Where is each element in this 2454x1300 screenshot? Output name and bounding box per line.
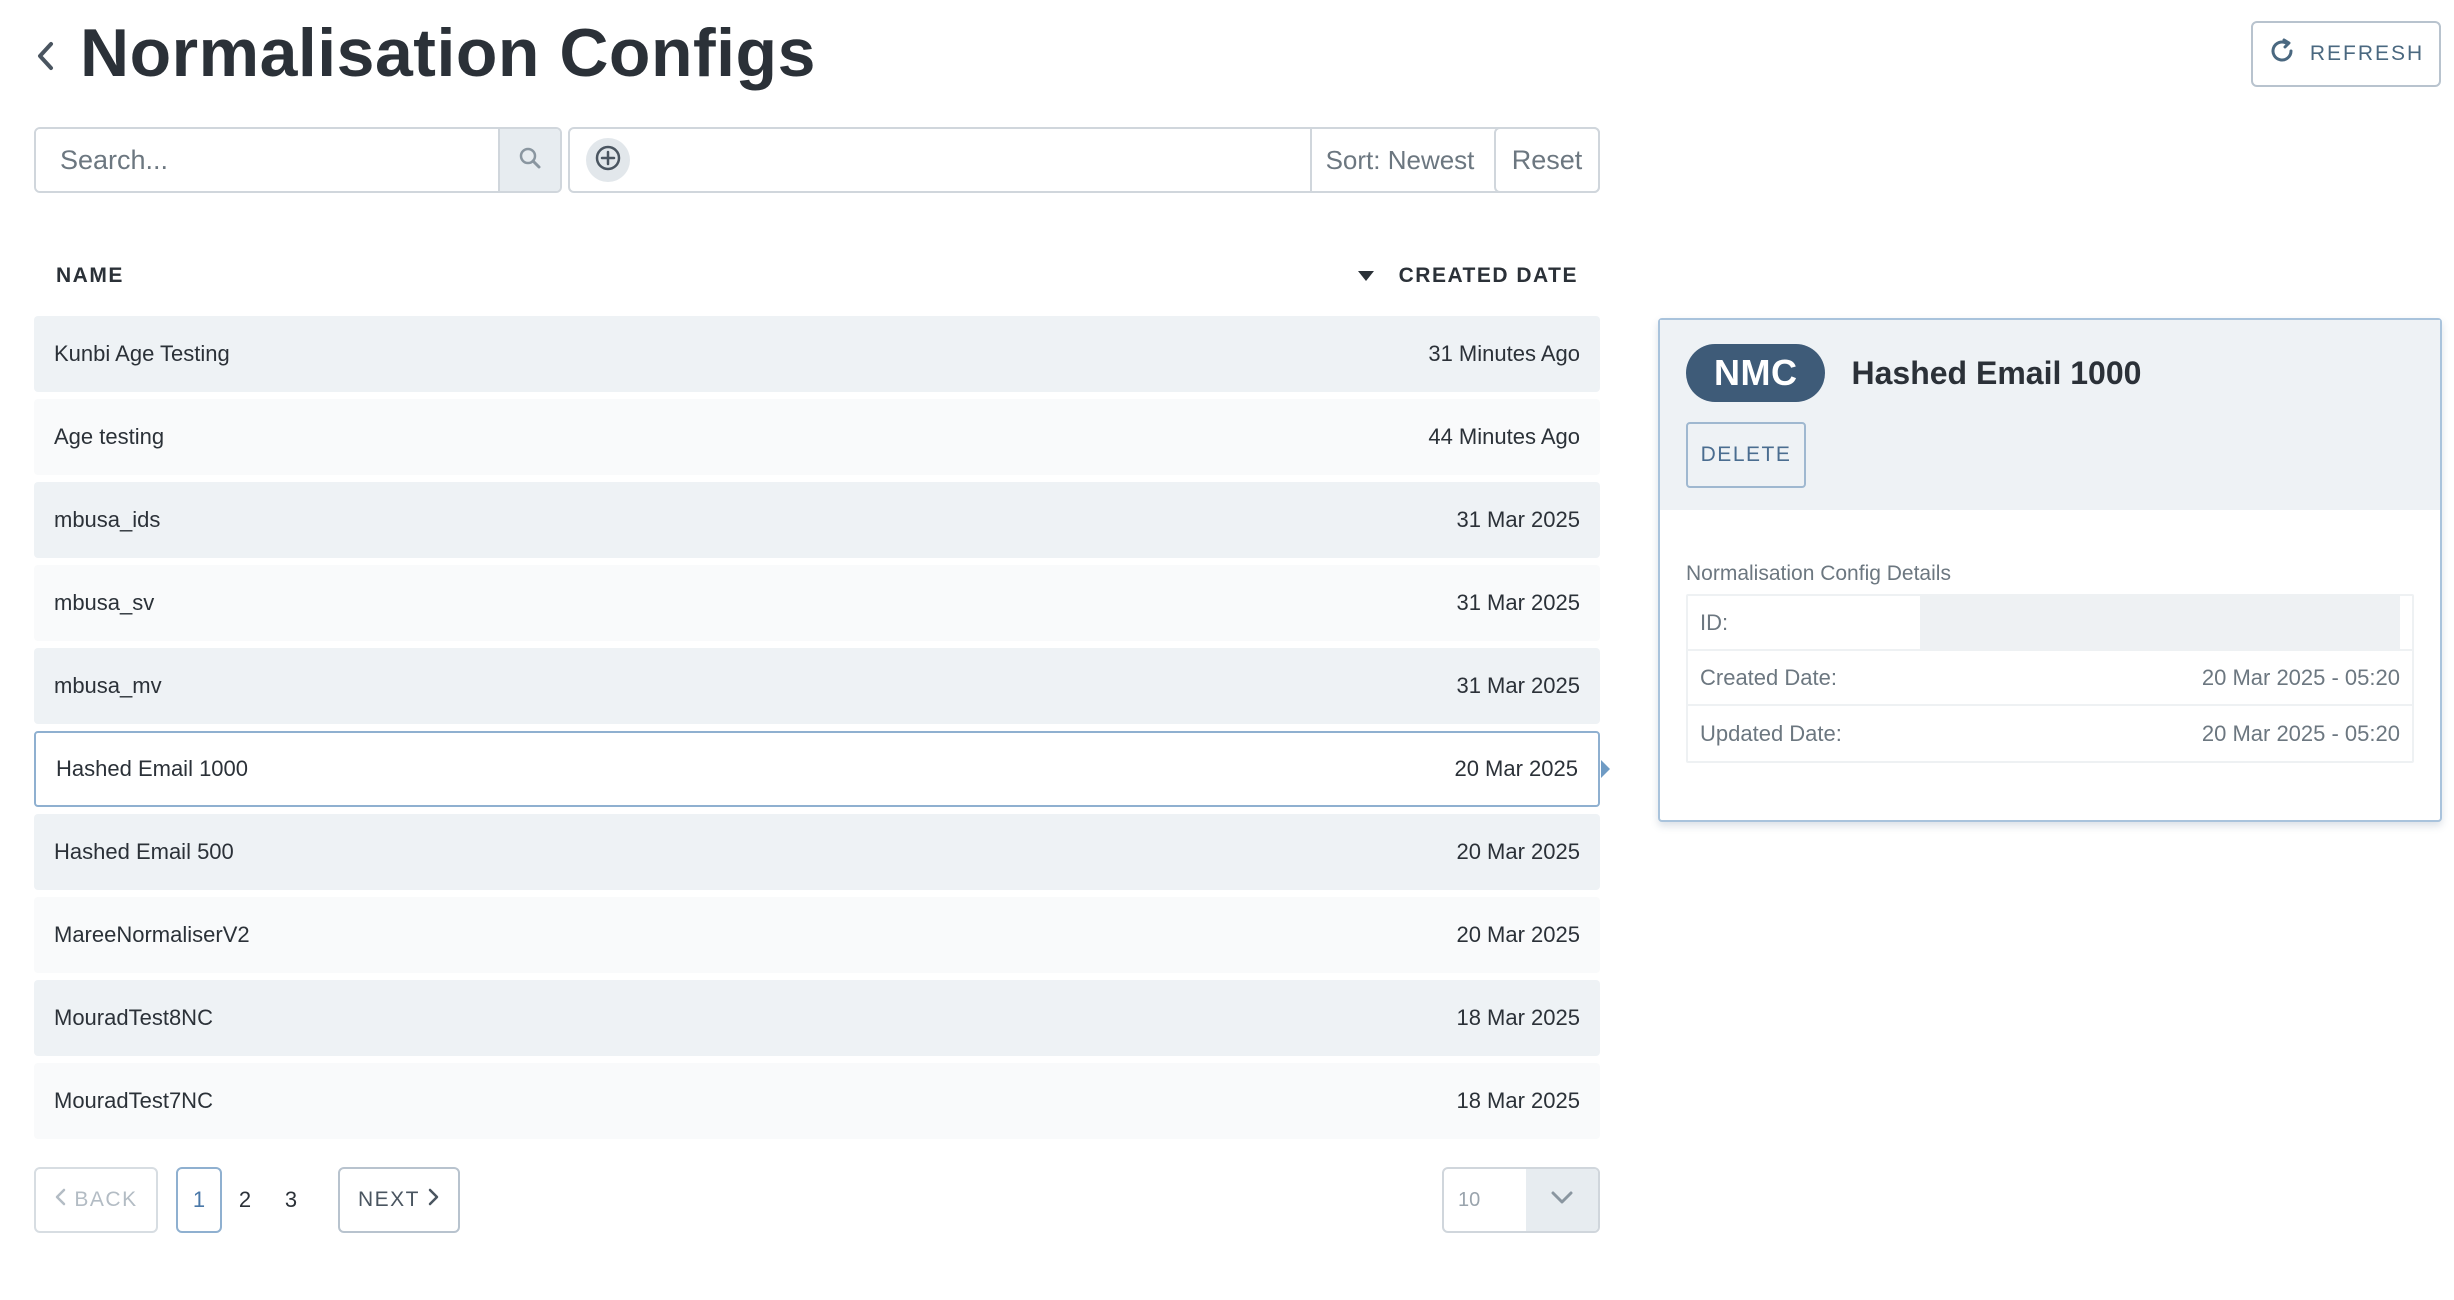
add-filter-button[interactable] [586, 138, 630, 182]
page-number-3[interactable]: 3 [268, 1167, 314, 1233]
id-value [1920, 596, 2400, 649]
next-page-label: NEXT [357, 1188, 420, 1211]
row-name: Hashed Email 1000 [56, 756, 249, 781]
page-size-value: 10 [1458, 1188, 1481, 1211]
row-name: MouradTest8NC [54, 1005, 213, 1030]
row-name: mbusa_sv [54, 590, 155, 615]
table-row[interactable]: MouradTest8NC 18 Mar 2025 [34, 980, 1600, 1056]
table-header: NAME CREATED DATE [34, 256, 1600, 296]
details-table: ID: Created Date: 20 Mar 2025 - 05:20 Up… [1686, 594, 2414, 763]
table-row[interactable]: mbusa_sv 31 Mar 2025 [34, 565, 1600, 641]
search-icon [517, 145, 543, 176]
row-created-date: 18 Mar 2025 [1456, 1088, 1580, 1113]
chevron-right-icon [428, 1188, 440, 1212]
row-name: mbusa_mv [54, 673, 162, 698]
page-number-1[interactable]: 1 [176, 1167, 222, 1233]
page-size-select[interactable]: 10 [1442, 1167, 1600, 1233]
column-header-created-date[interactable]: CREATED DATE [1357, 264, 1578, 288]
created-date-value: 20 Mar 2025 - 05:20 [2201, 664, 2400, 690]
search-input[interactable] [36, 129, 498, 191]
table-row-selected[interactable]: Hashed Email 1000 20 Mar 2025 [34, 731, 1600, 807]
detail-body: Normalisation Config Details ID: Created… [1660, 510, 2440, 763]
table-row[interactable]: Kunbi Age Testing 31 Minutes Ago [34, 316, 1600, 392]
detail-panel: NMC Hashed Email 1000 DELETE Normalisati… [1658, 318, 2442, 822]
updated-date-label: Updated Date: [1700, 720, 1842, 746]
column-header-name[interactable]: NAME [56, 264, 124, 288]
row-name: MareeNormaliserV2 [54, 922, 250, 947]
refresh-icon [2268, 37, 2296, 71]
row-name: Age testing [54, 424, 165, 449]
row-created-date: 20 Mar 2025 [1454, 756, 1578, 781]
back-page-label: BACK [74, 1188, 138, 1211]
page-title: Normalisation Configs [80, 15, 816, 91]
page: Normalisation Configs REFRESH Search... … [0, 0, 2454, 1300]
row-name: MouradTest7NC [54, 1088, 213, 1113]
chevron-left-icon [54, 1188, 66, 1212]
delete-button[interactable]: DELETE [1686, 422, 1806, 488]
chevron-down-icon [1551, 1191, 1573, 1210]
details-section-label: Normalisation Config Details [1686, 562, 1951, 585]
plus-circle-icon [593, 143, 623, 178]
row-name: mbusa_ids [54, 507, 161, 532]
table-row[interactable]: mbusa_mv 31 Mar 2025 [34, 648, 1600, 724]
refresh-label: REFRESH [2309, 42, 2425, 65]
row-created-date: 31 Minutes Ago [1428, 341, 1580, 366]
refresh-button[interactable]: REFRESH [2251, 21, 2441, 87]
filter-area[interactable] [570, 129, 1310, 191]
page-size-dropdown[interactable] [1526, 1169, 1598, 1231]
row-created-date: 20 Mar 2025 [1456, 839, 1580, 864]
row-created-date: 44 Minutes Ago [1428, 424, 1580, 449]
next-page-button[interactable]: NEXT [338, 1167, 460, 1233]
created-date-label: Created Date: [1700, 664, 1837, 690]
updated-date-value: 20 Mar 2025 - 05:20 [2201, 720, 2400, 746]
row-created-date: 31 Mar 2025 [1456, 590, 1580, 615]
detail-title: Hashed Email 1000 [1851, 354, 2142, 391]
type-badge: NMC [1686, 344, 1826, 402]
detail-row-id: ID: [1688, 596, 2412, 651]
row-created-date: 31 Mar 2025 [1456, 507, 1580, 532]
reset-button[interactable]: Reset [1494, 127, 1600, 193]
table-body: Kunbi Age Testing 31 Minutes Ago Age tes… [34, 316, 1600, 1146]
search-box [34, 127, 562, 193]
back-page-button[interactable]: BACK [34, 1167, 158, 1233]
column-header-created-label: CREATED DATE [1398, 264, 1578, 287]
page-number-2[interactable]: 2 [222, 1167, 268, 1233]
pagination: BACK 1 2 3 NEXT [34, 1167, 460, 1233]
filter-bar: Sort: Newest [568, 127, 1600, 193]
row-created-date: 18 Mar 2025 [1456, 1005, 1580, 1030]
row-created-date: 31 Mar 2025 [1456, 673, 1580, 698]
table-row[interactable]: Age testing 44 Minutes Ago [34, 399, 1600, 475]
table-row[interactable]: mbusa_ids 31 Mar 2025 [34, 482, 1600, 558]
row-name: Hashed Email 500 [54, 839, 234, 864]
row-name: Kunbi Age Testing [54, 341, 230, 366]
search-button[interactable] [498, 129, 560, 191]
sort-button[interactable]: Sort: Newest [1310, 129, 1488, 191]
table-row[interactable]: MareeNormaliserV2 20 Mar 2025 [34, 897, 1600, 973]
table-row[interactable]: MouradTest7NC 18 Mar 2025 [34, 1063, 1600, 1139]
detail-row-updated: Updated Date: 20 Mar 2025 - 05:20 [1688, 706, 2412, 761]
back-chevron-icon[interactable] [30, 36, 60, 76]
table-row[interactable]: Hashed Email 500 20 Mar 2025 [34, 814, 1600, 890]
row-created-date: 20 Mar 2025 [1456, 922, 1580, 947]
detail-row-created: Created Date: 20 Mar 2025 - 05:20 [1688, 651, 2412, 706]
id-label: ID: [1700, 609, 1729, 635]
sort-down-icon [1357, 264, 1375, 288]
detail-header: NMC Hashed Email 1000 DELETE [1660, 320, 2440, 510]
